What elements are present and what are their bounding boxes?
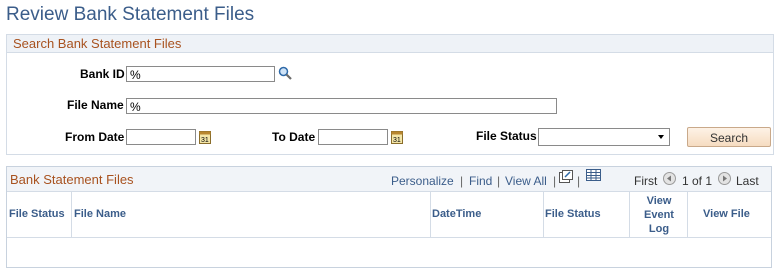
- from-date-label: From Date: [65, 130, 125, 144]
- svg-text:31: 31: [201, 137, 209, 144]
- calendar-icon[interactable]: 31: [391, 130, 403, 147]
- to-date-input[interactable]: [318, 129, 388, 145]
- column-header-datetime[interactable]: DateTime: [432, 208, 481, 220]
- file-name-label: File Name: [67, 98, 124, 112]
- to-date-label: To Date: [272, 130, 316, 144]
- page-info: 1 of 1: [682, 174, 713, 188]
- column-header-view-event-log[interactable]: View Event Log: [637, 194, 681, 236]
- column-header-file-status-2[interactable]: File Status: [545, 208, 601, 220]
- lookup-icon[interactable]: [278, 66, 292, 83]
- bank-id-label: Bank ID: [80, 67, 125, 81]
- chevron-down-icon: [658, 135, 664, 139]
- separator: |: [553, 174, 557, 188]
- previous-arrow-icon[interactable]: [663, 172, 676, 188]
- find-link[interactable]: Find: [469, 174, 492, 188]
- view-all-link[interactable]: View All: [505, 174, 547, 188]
- search-panel-header: Search Bank Statement Files: [7, 35, 773, 53]
- bank-id-input[interactable]: %: [126, 66, 275, 82]
- page-title: Review Bank Statement Files: [6, 4, 255, 25]
- download-grid-icon[interactable]: [586, 169, 601, 184]
- separator: |: [577, 174, 581, 188]
- last-label: Last: [736, 174, 759, 188]
- column-header-view-file[interactable]: View File: [703, 208, 750, 220]
- file-status-select[interactable]: [538, 128, 670, 146]
- calendar-icon[interactable]: 31: [199, 130, 211, 147]
- search-button[interactable]: Search: [687, 127, 771, 147]
- separator: |: [497, 174, 501, 188]
- first-label: First: [634, 174, 658, 188]
- column-header-file-status[interactable]: File Status: [9, 208, 65, 220]
- svg-text:31: 31: [393, 137, 401, 144]
- bank-statement-files-grid: Bank Statement Files Personalize | Find …: [6, 166, 772, 268]
- personalize-link[interactable]: Personalize: [391, 174, 454, 188]
- grid-header: Bank Statement Files Personalize | Find …: [7, 167, 771, 192]
- column-header-file-name[interactable]: File Name: [74, 208, 126, 220]
- new-window-icon[interactable]: [559, 170, 573, 186]
- separator: |: [460, 174, 464, 188]
- file-name-input[interactable]: %: [126, 98, 557, 114]
- from-date-input[interactable]: [126, 129, 196, 145]
- table-row: [7, 238, 771, 267]
- file-status-label: File Status: [476, 129, 537, 143]
- grid-title: Bank Statement Files: [10, 172, 134, 187]
- next-arrow-icon[interactable]: [718, 172, 731, 188]
